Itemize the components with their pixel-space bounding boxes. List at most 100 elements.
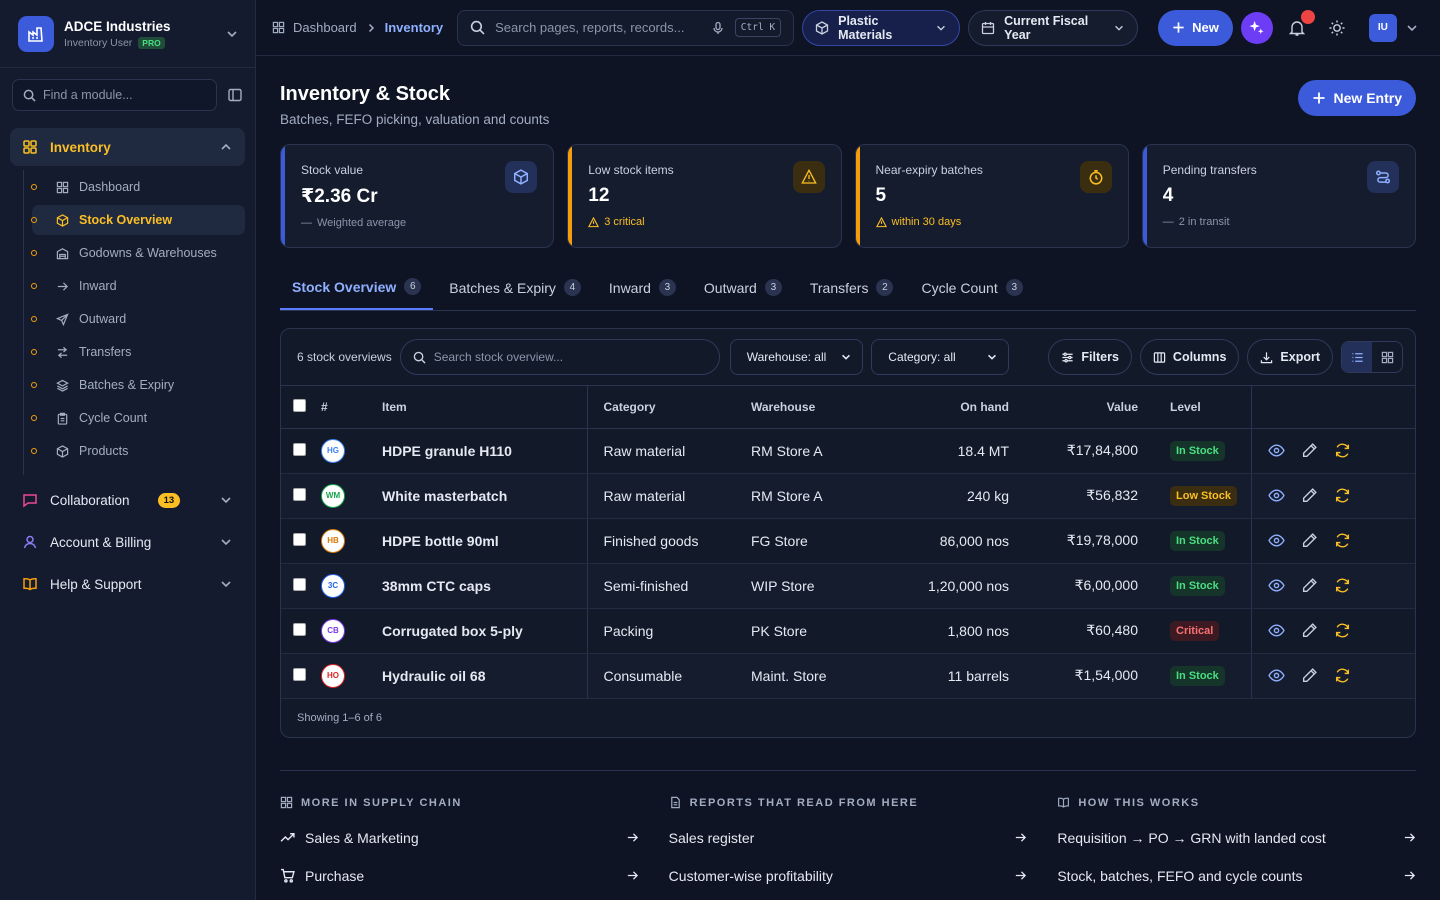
col-header-warehouse[interactable]: Warehouse	[751, 386, 891, 429]
table-row[interactable]: HO Hydraulic oil 68 Consumable Maint. Store…	[281, 653, 1415, 699]
row-checkbox[interactable]	[293, 622, 306, 636]
link-sales-register[interactable]: Sales register	[669, 819, 1028, 857]
kpi-card[interactable]: Stock value ₹2.36 Cr — Weighted average	[280, 144, 555, 248]
breadcrumb-current: Inventory	[384, 20, 444, 35]
refresh-icon[interactable]	[1334, 667, 1351, 684]
tab-stock-overview[interactable]: Stock Overview 6	[280, 265, 434, 310]
kpi-card[interactable]: Pending transfers 4 — 2 in transit	[1141, 144, 1416, 248]
sidebar-item-dashboard[interactable]: Dashboard	[31, 172, 245, 202]
eye-icon[interactable]	[1267, 622, 1285, 639]
kpi-card[interactable]: Near-expiry batches 5 within 30 days	[854, 144, 1129, 248]
category-filter-select[interactable]: Category: all	[871, 339, 1009, 375]
table-search-input[interactable]: Search stock overview...	[399, 339, 720, 375]
period-selector[interactable]: Current Fiscal Year	[968, 9, 1139, 46]
kpi-card[interactable]: Low stock items 12 3 critical	[567, 144, 842, 248]
sidebar-item-transfers[interactable]: Transfers	[31, 337, 245, 367]
brand-switcher[interactable]: ADCE Industries Inventory User PRO	[0, 0, 255, 68]
pencil-icon[interactable]	[1301, 667, 1318, 684]
cell-item[interactable]: White masterbatch	[382, 473, 587, 519]
cell-item[interactable]: HDPE granule H110	[382, 428, 587, 474]
link-customer-profitability[interactable]: Customer-wise profitability	[669, 857, 1028, 895]
row-checkbox[interactable]	[293, 667, 306, 681]
stock-table: # Item Category Warehouse On hand Value …	[281, 386, 1415, 699]
notifications-button[interactable]	[1281, 9, 1315, 44]
grid-view-icon[interactable]	[1372, 342, 1402, 372]
eye-icon[interactable]	[1267, 667, 1285, 684]
cell-value: ₹1,54,000	[1009, 653, 1138, 699]
pencil-icon[interactable]	[1301, 442, 1318, 459]
tab-inward[interactable]: Inward 3	[597, 265, 688, 310]
eye-icon[interactable]	[1267, 442, 1285, 459]
tab-transfers[interactable]: Transfers 2	[798, 265, 906, 310]
col-header-value[interactable]: Value	[1009, 386, 1138, 429]
cell-item[interactable]: 38mm CTC caps	[382, 563, 587, 609]
eye-icon[interactable]	[1267, 487, 1285, 504]
cell-item[interactable]: Hydraulic oil 68	[382, 653, 587, 699]
breadcrumb-root-link[interactable]: Dashboard	[293, 20, 357, 35]
chevron-down-icon[interactable]	[1405, 21, 1419, 35]
table-row[interactable]: 3C 38mm CTC caps Semi-finished WIP Store 1,2…	[281, 563, 1415, 609]
new-entry-button[interactable]: New Entry	[1297, 80, 1416, 116]
nav-group-inventory[interactable]: Inventory	[10, 128, 245, 166]
tab-cycle-count[interactable]: Cycle Count 3	[909, 265, 1034, 310]
cell-item[interactable]: HDPE bottle 90ml	[382, 518, 587, 564]
link-requisition-flow[interactable]: Requisition → PO → GRN with landed cost	[1057, 819, 1416, 857]
col-header-onhand[interactable]: On hand	[891, 386, 1009, 429]
tab-batches-expiry[interactable]: Batches & Expiry 4	[437, 265, 593, 310]
col-header-level[interactable]: Level	[1138, 386, 1251, 429]
eye-icon[interactable]	[1267, 577, 1285, 594]
export-button[interactable]: Export	[1247, 339, 1333, 375]
pencil-icon[interactable]	[1301, 532, 1318, 549]
pencil-icon[interactable]	[1301, 487, 1318, 504]
select-all-checkbox[interactable]	[293, 398, 306, 412]
columns-button[interactable]: Columns	[1139, 339, 1240, 375]
pencil-icon[interactable]	[1301, 577, 1318, 594]
new-button[interactable]: New	[1158, 9, 1233, 46]
table-row[interactable]: HB HDPE bottle 90ml Finished goods FG Store…	[281, 518, 1415, 564]
table-row[interactable]: CB Corrugated box 5-ply Packing PK Store 1,8…	[281, 608, 1415, 654]
sidebar-item-stock-overview[interactable]: Stock Overview	[31, 205, 245, 235]
refresh-icon[interactable]	[1334, 577, 1351, 594]
sidebar-item-godowns[interactable]: Godowns & Warehouses	[31, 238, 245, 268]
col-header-item[interactable]: Item	[382, 386, 587, 429]
eye-icon[interactable]	[1267, 532, 1285, 549]
filters-button[interactable]: Filters	[1048, 339, 1132, 375]
context-selector[interactable]: Plastic Materials	[802, 9, 961, 46]
nav-group-account[interactable]: Account & Billing	[10, 523, 245, 561]
sidebar-item-products[interactable]: Products	[31, 436, 245, 466]
col-header-category[interactable]: Category	[586, 386, 751, 429]
sidebar-item-batches[interactable]: Batches & Expiry	[31, 370, 245, 400]
ai-assistant-button[interactable]	[1240, 11, 1273, 44]
row-checkbox[interactable]	[293, 532, 306, 546]
row-checkbox[interactable]	[293, 442, 306, 456]
theme-toggle-button[interactable]	[1321, 12, 1353, 44]
sidebar-item-cycle-count[interactable]: Cycle Count	[31, 403, 245, 433]
nav-group-collaboration[interactable]: Collaboration 13	[10, 481, 245, 519]
microphone-icon[interactable]	[711, 21, 725, 35]
link-sales-marketing[interactable]: Sales & Marketing	[280, 819, 639, 857]
kpi-note: Weighted average	[317, 217, 407, 229]
refresh-icon[interactable]	[1334, 622, 1351, 639]
link-stock-batches[interactable]: Stock, batches, FEFO and cycle counts	[1057, 857, 1416, 895]
table-row[interactable]: WM White masterbatch Raw material RM Store …	[281, 473, 1415, 519]
global-search-input[interactable]: Search pages, reports, records... Ctrl K	[457, 9, 795, 46]
user-avatar[interactable]: IU	[1368, 13, 1397, 42]
warehouse-filter-select[interactable]: Warehouse: all	[729, 339, 864, 375]
module-search-input[interactable]: Find a module...	[12, 79, 217, 111]
list-view-icon[interactable]	[1342, 342, 1372, 372]
row-checkbox[interactable]	[293, 487, 306, 501]
nav-group-help[interactable]: Help & Support	[10, 565, 245, 603]
collapse-sidebar-icon[interactable]	[227, 87, 243, 103]
link-purchase[interactable]: Purchase	[280, 857, 639, 895]
refresh-icon[interactable]	[1334, 532, 1351, 549]
refresh-icon[interactable]	[1334, 442, 1351, 459]
table-row[interactable]: HG HDPE granule H110 Raw material RM Store …	[281, 428, 1415, 474]
link-label: Stock, batches, FEFO and cycle counts	[1057, 867, 1303, 884]
cell-item[interactable]: Corrugated box 5-ply	[382, 608, 587, 654]
sidebar-item-outward[interactable]: Outward	[31, 304, 245, 334]
sidebar-item-inward[interactable]: Inward	[31, 271, 245, 301]
row-checkbox[interactable]	[293, 577, 306, 591]
pencil-icon[interactable]	[1301, 622, 1318, 639]
refresh-icon[interactable]	[1334, 487, 1351, 504]
tab-outward[interactable]: Outward 3	[692, 265, 794, 310]
